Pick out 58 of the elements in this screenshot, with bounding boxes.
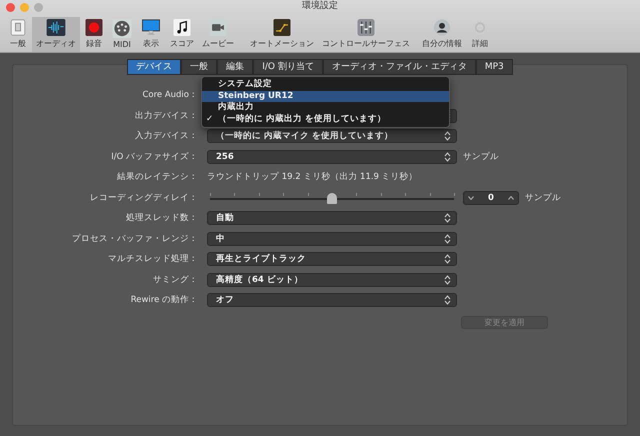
field-label: サミング：	[152, 274, 198, 286]
toolbar-button[interactable]: スコア	[166, 17, 198, 52]
popup-menu[interactable]: 高精度（64 ビット）	[207, 272, 457, 286]
popup-menu[interactable]: 自動	[207, 211, 457, 225]
popup-menu[interactable]: オフ	[207, 293, 457, 307]
value-stepper[interactable]: 0	[463, 190, 519, 205]
person-icon	[432, 19, 452, 36]
popup-menu[interactable]: （一時的に 内蔵マイク を使用しています）	[207, 129, 457, 143]
toolbar-button[interactable]: 表示	[136, 17, 166, 52]
unit-label: サンプル	[525, 192, 561, 204]
tab[interactable]: I/O 割り当て	[253, 59, 323, 75]
field-label: 処理スレッド数：	[125, 212, 198, 225]
menu-item[interactable]: 内蔵出力	[202, 102, 449, 114]
popup-menu[interactable]: 中	[207, 232, 457, 246]
close-button[interactable]	[6, 3, 15, 12]
music-note-icon	[172, 19, 192, 36]
field-label: Core Audio：	[141, 89, 198, 102]
field-label: 出力デバイス：	[134, 110, 198, 122]
field-label: レコーディングディレイ：	[89, 192, 198, 204]
field-label: I/O バッファサイズ：	[110, 150, 198, 164]
switch-icon	[8, 19, 28, 36]
toolbar-button[interactable]: MIDI	[108, 17, 136, 52]
video-camera-icon	[208, 19, 228, 36]
record-icon	[84, 19, 104, 36]
menu-item[interactable]: Steinberg UR12	[202, 90, 449, 102]
field-label: Rewire の動作：	[130, 294, 198, 307]
toolbar-button[interactable]: 自分の情報	[418, 17, 466, 52]
tab[interactable]: デバイス	[127, 59, 182, 75]
window-title: 環境設定	[302, 0, 338, 12]
down-chevron-icon[interactable]	[468, 196, 474, 200]
monitor-icon	[140, 19, 162, 36]
toolbar-button[interactable]: コントロールサーフェス	[318, 17, 414, 52]
field-label: 結果のレイテンシ：	[116, 171, 198, 184]
toolbar-button[interactable]: オーディオ	[32, 17, 80, 52]
toolbar-button[interactable]: 詳細	[466, 17, 494, 52]
waveform-icon	[45, 19, 67, 36]
popup-menu[interactable]: 256	[207, 150, 457, 164]
field-label: マルチスレッド処理：	[107, 253, 198, 266]
toolbar-button[interactable]: ムービー	[198, 17, 238, 52]
slider-thumb[interactable]	[327, 192, 337, 204]
tab[interactable]: オーディオ・ファイル・エディタ	[322, 59, 476, 75]
up-chevron-icon[interactable]	[508, 196, 514, 200]
tab[interactable]: 編集	[217, 59, 254, 75]
toolbar-button[interactable]: オートメーション	[246, 17, 318, 52]
toolbar-button[interactable]: 一般	[4, 17, 32, 52]
tab[interactable]: 一般	[181, 59, 218, 75]
midi-connector-icon	[112, 19, 132, 38]
mixer-faders-icon	[356, 19, 376, 36]
popup-menu[interactable]: 再生とライブトラック	[207, 252, 457, 266]
menu-item[interactable]: システム設定	[202, 79, 449, 90]
latency-value: ラウンドトリップ 19.2 ミリ秒（出力 11.9 ミリ秒）	[207, 170, 419, 184]
menu-item[interactable]: ✓ （一時的に 内蔵出力 を使用しています）	[202, 114, 449, 125]
automation-curve-icon	[272, 19, 292, 36]
toolbar-button[interactable]: 録音	[80, 17, 108, 52]
unit-label: サンプル	[463, 150, 499, 163]
field-label: 入力デバイス：	[134, 130, 198, 143]
tab[interactable]: MP3	[476, 59, 513, 75]
field-label: プロセス・バッファ・レンジ：	[71, 232, 198, 246]
